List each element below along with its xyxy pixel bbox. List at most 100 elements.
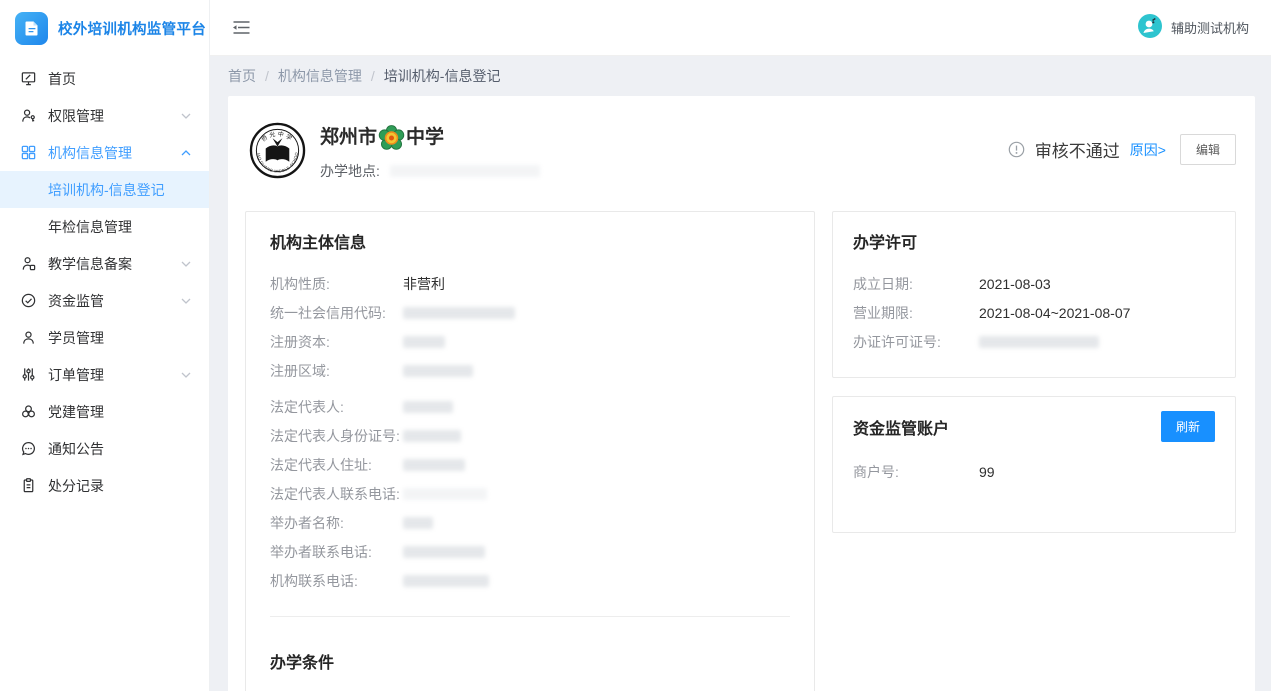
field-row: 注册区域:	[270, 361, 790, 381]
field-row: 成立日期: 2021-08-03	[853, 274, 1215, 294]
party-icon	[20, 403, 37, 420]
app-title: 校外培训机构监管平台	[58, 18, 206, 39]
sliders-icon	[20, 366, 37, 383]
field-row: 机构性质: 非营利	[270, 274, 790, 294]
field-label: 举办者联系电话:	[270, 542, 403, 562]
field-row: 法定代表人身份证号:	[270, 426, 790, 446]
redacted-value	[403, 488, 487, 500]
panel-title: 办学许可	[853, 229, 1215, 253]
field-value: 2021-08-04~2021-08-07	[979, 303, 1130, 323]
field-value: 非营利	[403, 274, 445, 294]
sidebar-item-label: 处分记录	[48, 476, 191, 496]
document-icon	[15, 12, 48, 45]
user-name: 辅助测试机构	[1171, 18, 1249, 37]
org-address-row: 办学地点:	[320, 161, 540, 181]
flower-sticker-icon	[378, 125, 405, 152]
edit-button[interactable]: 编辑	[1180, 134, 1236, 165]
sidebar-item-orders[interactable]: 订单管理	[0, 356, 209, 393]
org-name-block: 郑州市 中	[320, 122, 540, 184]
sidebar-item-annual-inspection[interactable]: 年检信息管理	[0, 208, 209, 245]
redacted-address-value	[390, 165, 540, 177]
chevron-down-icon	[181, 113, 191, 119]
field-label: 商户号:	[853, 462, 979, 482]
field-label: 机构联系电话:	[270, 571, 403, 591]
field-row: 营业期限: 2021-08-04~2021-08-07	[853, 303, 1215, 323]
redacted-value	[403, 430, 461, 442]
field-row: 注册资本:	[270, 332, 790, 352]
audit-status-area: 审核不通过 原因> 编辑	[1008, 134, 1236, 165]
org-identity: QIAO GUANG MIDDLE SCHOOL 侨光中学 郑州市	[249, 122, 540, 184]
field-row: 机构联系电话:	[270, 571, 790, 591]
detail-card: QIAO GUANG MIDDLE SCHOOL 侨光中学 郑州市	[228, 96, 1255, 691]
license-panel: 办学许可 成立日期: 2021-08-03 营业期限: 2021-08-04~2…	[832, 211, 1236, 378]
field-label: 法定代表人住址:	[270, 455, 403, 475]
panel-title: 机构主体信息	[270, 229, 790, 253]
breadcrumb-org-info[interactable]: 机构信息管理	[278, 66, 362, 86]
redacted-value	[403, 336, 445, 348]
panel-title: 办学条件	[270, 649, 790, 673]
sidebar-item-notices[interactable]: 通知公告	[0, 430, 209, 467]
audit-reason-link[interactable]: 原因>	[1130, 140, 1166, 160]
field-row: 办证许可证号:	[853, 332, 1215, 352]
org-name: 郑州市 中	[320, 123, 540, 153]
sidebar-item-training-org-registration[interactable]: 培训机构-信息登记	[0, 171, 209, 208]
field-label: 注册区域:	[270, 361, 403, 381]
user-permission-icon	[20, 107, 37, 124]
field-row: 法定代表人:	[270, 397, 790, 417]
sidebar-item-home[interactable]: 首页	[0, 60, 209, 97]
sidebar-item-party-building[interactable]: 党建管理	[0, 393, 209, 430]
field-row: 举办者联系电话:	[270, 542, 790, 562]
breadcrumb-home[interactable]: 首页	[228, 66, 256, 86]
redacted-value	[979, 336, 1099, 348]
sidebar-item-students[interactable]: 学员管理	[0, 319, 209, 356]
chevron-down-icon	[181, 372, 191, 378]
app-root: 校外培训机构监管平台 首页 权限管理 机构信息管理	[0, 0, 1271, 691]
field-label: 机构性质:	[270, 274, 403, 294]
field-row: 法定代表人住址:	[270, 455, 790, 475]
school-seal-logo: QIAO GUANG MIDDLE SCHOOL 侨光中学	[249, 122, 306, 184]
org-main-info-panel: 机构主体信息 机构性质: 非营利 统一社会信用代码: 注册资本:	[245, 211, 815, 691]
grid-icon	[20, 144, 37, 161]
user-menu[interactable]: 辅助测试机构	[1138, 14, 1249, 41]
field-row: 统一社会信用代码:	[270, 303, 790, 323]
monitor-icon	[20, 70, 37, 87]
breadcrumb-current: 培训机构-信息登记	[384, 66, 501, 86]
field-label: 举办者名称:	[270, 513, 403, 533]
collapse-menu-icon[interactable]	[232, 20, 251, 35]
audit-status-text: 审核不通过	[1035, 137, 1120, 162]
sidebar-item-discipline-records[interactable]: 处分记录	[0, 467, 209, 504]
sidebar-item-label: 通知公告	[48, 439, 191, 459]
sidebar-item-label: 订单管理	[48, 365, 181, 385]
redacted-value	[403, 401, 453, 413]
sidebar-item-label: 学员管理	[48, 328, 191, 348]
sidebar-item-permissions[interactable]: 权限管理	[0, 97, 209, 134]
sidebar-item-label: 首页	[48, 69, 191, 89]
funds-account-panel: 资金监管账户 刷新 商户号: 99	[832, 396, 1236, 533]
right-panels-column: 办学许可 成立日期: 2021-08-03 营业期限: 2021-08-04~2…	[832, 211, 1236, 533]
field-label: 注册资本:	[270, 332, 403, 352]
chevron-up-icon	[181, 150, 191, 156]
field-label: 营业期限:	[853, 303, 979, 323]
breadcrumb-separator: /	[371, 68, 375, 84]
breadcrumb-separator: /	[265, 68, 269, 84]
sidebar-item-funds-supervision[interactable]: 资金监管	[0, 282, 209, 319]
main-column: 辅助测试机构 首页 / 机构信息管理 / 培训机构-信息登记	[210, 0, 1271, 691]
field-row: 举办者名称:	[270, 513, 790, 533]
sidebar: 校外培训机构监管平台 首页 权限管理 机构信息管理	[0, 0, 210, 691]
field-label: 法定代表人:	[270, 397, 403, 417]
redacted-value	[403, 365, 473, 377]
chevron-down-icon	[181, 298, 191, 304]
section-divider	[270, 616, 790, 617]
org-header: QIAO GUANG MIDDLE SCHOOL 侨光中学 郑州市	[245, 122, 1236, 184]
app-logo-row: 校外培训机构监管平台	[0, 0, 209, 56]
funds-panel-header: 资金监管账户 刷新	[853, 411, 1215, 442]
clipboard-icon	[20, 477, 37, 494]
sidebar-item-teaching-filing[interactable]: 教学信息备案	[0, 245, 209, 282]
redacted-value	[403, 459, 465, 471]
sidebar-item-org-info[interactable]: 机构信息管理	[0, 134, 209, 171]
content-area: 首页 / 机构信息管理 / 培训机构-信息登记	[210, 56, 1271, 691]
refresh-button[interactable]: 刷新	[1161, 411, 1215, 442]
sidebar-item-label: 年检信息管理	[48, 217, 132, 237]
sidebar-item-label: 培训机构-信息登记	[48, 180, 165, 200]
redacted-value	[403, 575, 489, 587]
